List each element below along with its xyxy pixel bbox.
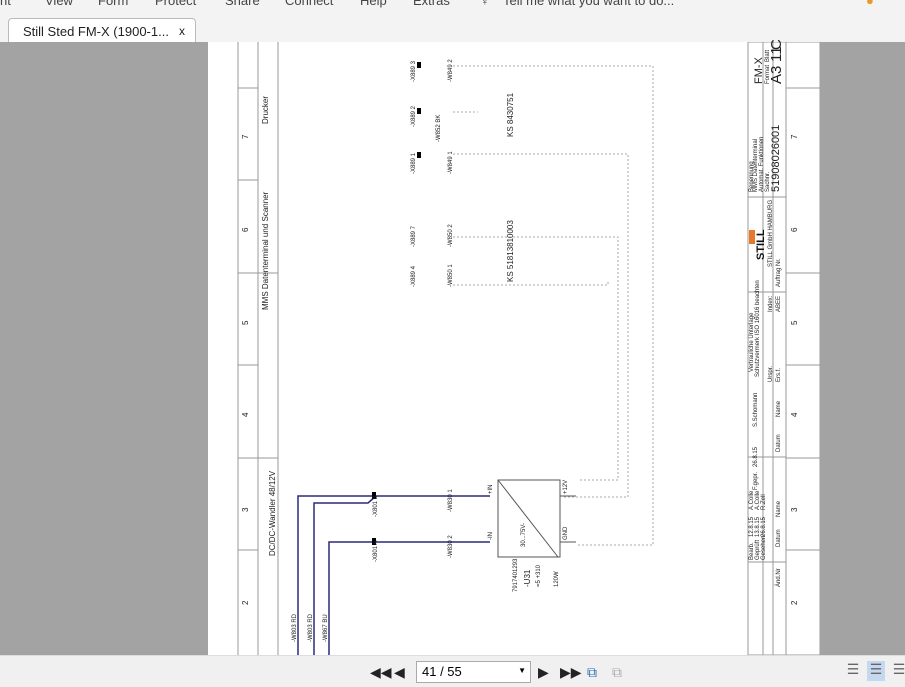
date-label: Datum <box>776 529 782 547</box>
approval-label: F.gepr. <box>753 471 759 490</box>
still-logo: STILL <box>755 229 767 260</box>
column-number: 7 <box>790 134 799 139</box>
converter-id: -U31 <box>523 569 532 587</box>
wire-label: -W849 2 <box>448 59 454 82</box>
replaces-label: Ers.f. <box>776 367 782 382</box>
date-label: Datum <box>776 434 782 452</box>
page-number-input[interactable]: 41 / 55 ▼ <box>416 661 531 683</box>
section-title: DC/DC-Wandler 48/12V <box>268 470 277 556</box>
menu-view[interactable]: View <box>45 0 73 8</box>
pin-label: +IN <box>488 484 494 494</box>
origin-label: Urspr. <box>768 365 774 382</box>
lightbulb-icon: ♀ <box>480 0 490 8</box>
document-tab[interactable]: Still Sted FM-X (1900-1... x <box>8 18 196 43</box>
connector-label: -X889 2 <box>411 105 417 127</box>
tab-title: Still Sted FM-X (1900-1... <box>23 24 169 39</box>
menu-item[interactable]: nt <box>0 0 11 8</box>
menu-help[interactable]: Help <box>360 0 387 8</box>
pin-label: -IN <box>488 532 494 540</box>
converter-location: =5 +310 <box>536 564 542 587</box>
single-page-view-icon[interactable]: ☰ <box>844 661 862 681</box>
column-number: 3 <box>241 507 250 512</box>
column-number: 4 <box>790 412 799 417</box>
approver-name: S.Schomann <box>753 392 759 427</box>
format-value: A3 <box>768 65 785 84</box>
column-number: 2 <box>241 600 250 605</box>
next-view-icon: ⧉ <box>612 664 622 680</box>
name-label: Name <box>776 500 782 517</box>
continuous-view-icon[interactable]: ☰ <box>867 661 885 681</box>
index-label: Index: <box>768 295 774 312</box>
wire-label: -W830 1 <box>448 489 454 512</box>
revision-letter: C <box>768 39 785 50</box>
wire-label: -W803 RD <box>308 613 314 642</box>
wire-label: -W830 2 <box>448 535 454 558</box>
cable-label: KS 8430751 <box>506 92 515 137</box>
column-number: 3 <box>790 507 799 512</box>
menu-connect[interactable]: Connect <box>285 0 333 8</box>
confidential-note: Schutzvermerk ISO 16016 beachten <box>755 280 761 377</box>
chevron-down-icon[interactable]: ▼ <box>518 666 526 675</box>
document-viewer[interactable]: 7 6 5 4 3 2 Drucker MMS Datenterminal un… <box>0 39 905 655</box>
previous-view-icon[interactable]: ⧉ <box>587 664 597 681</box>
column-number: 6 <box>790 227 799 232</box>
pin-label: GND <box>563 526 569 540</box>
pdf-page: 7 6 5 4 3 2 Drucker MMS Datenterminal un… <box>208 39 820 655</box>
next-page-button[interactable]: ▶ <box>538 664 549 681</box>
sheet-label: Blatt <box>765 49 771 62</box>
cable-label: KS 51813810003 <box>506 220 515 282</box>
page-navigation-toolbar: ◀◀ ◀ 41 / 55 ▼ ▶ ▶▶ ⧉ ⧉ ☰ ☰ ☰ <box>0 655 905 687</box>
column-number: 5 <box>790 320 799 325</box>
document-number: 51908026001 <box>770 124 782 192</box>
first-page-button[interactable]: ◀◀ <box>370 664 392 681</box>
wire-label: -W867 BU <box>323 614 329 642</box>
viewer-name: R.Zell <box>761 494 767 510</box>
column-number: 4 <box>241 412 250 417</box>
column-number: 6 <box>241 227 250 232</box>
brand-subtitle: STILL GmbH HAMBURG <box>768 199 774 267</box>
close-tab-icon[interactable]: x <box>179 24 185 38</box>
last-page-button[interactable]: ▶▶ <box>560 664 582 681</box>
column-number: 2 <box>790 600 799 605</box>
connector-label: -X889 4 <box>411 265 417 287</box>
section-title: MMS Datenterminal und Scanner <box>261 191 270 310</box>
index-value: ABEE <box>776 295 782 312</box>
converter-power: 120W <box>554 571 560 587</box>
connector-label: -X889 7 <box>411 225 417 247</box>
wire-label: -W849 1 <box>448 151 454 174</box>
notification-icon[interactable]: ● <box>866 0 874 8</box>
order-label: Auftrag Nr. <box>776 258 782 287</box>
menu-bar: nt View Form Protect Share Connect Help … <box>0 0 905 12</box>
menu-form[interactable]: Form <box>98 0 128 8</box>
page-number: 41 / 55 <box>422 664 462 679</box>
wire-label: -W850 2 <box>448 224 454 247</box>
column-number: 7 <box>241 134 250 139</box>
wire-label: -W803 RD <box>292 613 298 642</box>
wire-label: -W850 1 <box>448 264 454 287</box>
connector-label: -X801 B <box>373 495 379 517</box>
facing-view-icon[interactable]: ☰ <box>890 661 905 681</box>
previous-page-button[interactable]: ◀ <box>394 664 405 681</box>
name-label: Name <box>776 400 782 417</box>
menu-extras[interactable]: Extras <box>413 0 450 8</box>
converter-range: 30...75V- <box>521 522 527 547</box>
still-logo-mark <box>749 230 755 244</box>
view-date: 26.8.15 <box>761 516 767 537</box>
connector-label: -X889 1 <box>411 152 417 174</box>
menu-protect[interactable]: Protect <box>155 0 196 8</box>
tell-me-input[interactable]: Tell me what you want to do... <box>503 0 674 8</box>
view-label: Gesehen <box>761 535 767 560</box>
model-label: FM-X <box>753 57 765 84</box>
connector-label: -X889 3 <box>411 60 417 82</box>
converter-part: 7917401293 <box>513 558 519 592</box>
menu-share[interactable]: Share <box>225 0 260 8</box>
column-number: 5 <box>241 320 250 325</box>
pin-label: +12V <box>563 479 569 494</box>
connector-label: -X801 A <box>373 540 379 562</box>
change-number-label: Änd.Nr <box>776 568 782 587</box>
approval-date: 26.8.15 <box>753 446 759 467</box>
section-title: Drucker <box>261 95 270 124</box>
wire-label: -W852 BK <box>436 114 442 142</box>
